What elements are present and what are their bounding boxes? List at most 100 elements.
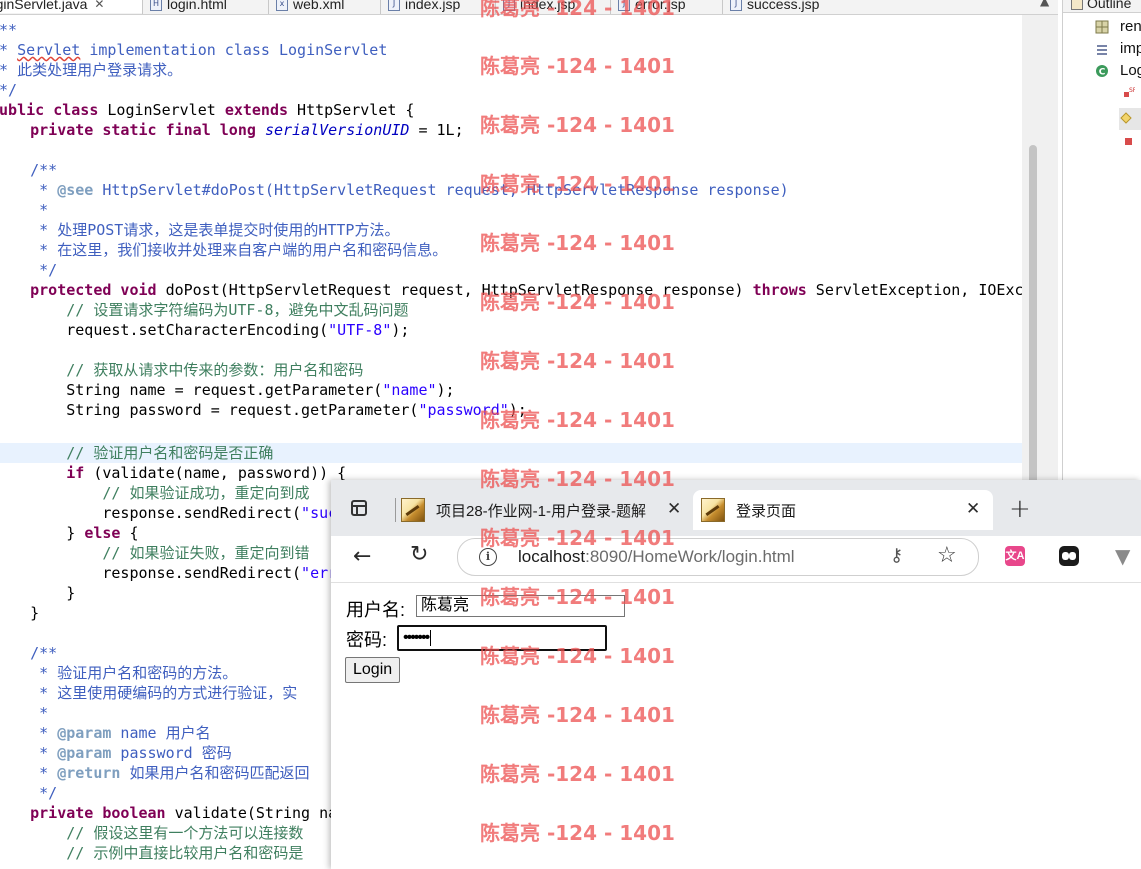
editor-tab-loginservlet[interactable]: LoginServlet.java ✕ xyxy=(0,0,142,13)
browser-toolbar: ← ↻ i localhost:8090/HomeWork/login.html… xyxy=(331,536,1141,583)
editor-tab-bar: LoginServlet.java ✕ H login.html x web.x… xyxy=(0,0,1058,15)
browser-tab-label: 登录页面 xyxy=(736,502,797,520)
login-button[interactable]: Login xyxy=(345,657,401,683)
outline-title[interactable]: Outline xyxy=(1087,0,1131,11)
close-tab-icon[interactable]: ✕ xyxy=(966,499,980,519)
url-text[interactable]: localhost:8090/HomeWork/login.html xyxy=(518,547,795,567)
private-method-icon xyxy=(1125,138,1132,145)
editor-tab-label: login.html xyxy=(167,0,227,12)
chevron-up-icon[interactable]: ▲ xyxy=(1040,0,1049,8)
editor-tab-index-jsp[interactable]: J index.jsp xyxy=(388,0,460,13)
xml-file-icon: x xyxy=(276,0,288,11)
info-icon[interactable]: i xyxy=(479,548,497,566)
translate-icon[interactable]: 文A xyxy=(1005,546,1025,566)
editor-tab-index-jsp-2[interactable]: J index.jsp xyxy=(503,0,575,13)
jsp-file-icon: J xyxy=(730,0,742,11)
code-line: public class LoginServlet extends HttpSe… xyxy=(0,101,415,119)
code-line: } else { xyxy=(0,524,139,542)
favorite-star-icon[interactable]: ☆ xyxy=(937,543,957,568)
editor-tab-error-jsp[interactable]: J error.jsp xyxy=(618,0,686,13)
editor-tab-label: success.jsp xyxy=(747,0,820,12)
code-line: response.sendRedirect("suc xyxy=(0,504,338,522)
code-line: if (validate(name, password)) { xyxy=(0,464,347,482)
jsp-file-icon: J xyxy=(388,0,400,11)
refresh-icon[interactable]: ↻ xyxy=(410,542,428,567)
browser-tab-label: 项目28-作业网-1-用户登录-题解 xyxy=(436,502,647,520)
code-line: * @see HttpServlet#doPost(HttpServletReq… xyxy=(0,181,789,199)
code-line: String name = request.getParameter("name… xyxy=(0,381,455,399)
code-line: /** xyxy=(0,21,18,39)
code-line: // 设置请求字符编码为UTF-8，避免中文乱码问题 xyxy=(0,301,409,319)
password-key-icon[interactable]: ⚷ xyxy=(890,545,903,566)
browser-tab-bar: 项目28-作业网-1-用户登录-题解 ✕ 登录页面 ✕ + xyxy=(331,480,1141,536)
close-icon[interactable]: ✕ xyxy=(94,0,104,11)
code-line: private static final long serialVersionU… xyxy=(0,121,464,139)
outline-item-package[interactable]: ren xyxy=(1120,18,1141,35)
code-line: * @param password 密码 xyxy=(0,744,232,762)
code-line: // 如果验证成功，重定向到成 xyxy=(0,484,310,502)
code-line: * @param name 用户名 xyxy=(0,724,211,742)
code-line: // 假设这里有一个方法可以连接数 xyxy=(0,824,304,842)
method-selected-icon xyxy=(1119,108,1141,130)
editor-tab-login-html[interactable]: H login.html xyxy=(150,0,227,13)
code-line: request.setCharacterEncoding("UTF-8"); xyxy=(0,321,410,339)
editor-tab-success-jsp[interactable]: J success.jsp xyxy=(730,0,819,13)
code-line: * 处理POST请求，这是表单提交时使用的HTTP方法。 xyxy=(0,221,400,239)
code-line: * 此类处理用户登录请求。 xyxy=(0,61,183,79)
code-line: */ xyxy=(0,81,18,99)
outline-item-class[interactable]: Log xyxy=(1120,62,1141,79)
code-line: } xyxy=(0,584,76,602)
imports-icon xyxy=(1097,45,1107,55)
code-line: protected void doPost(HttpServletRequest… xyxy=(0,281,1058,299)
address-bar[interactable]: i localhost:8090/HomeWork/login.html ⚷ ☆ xyxy=(457,538,979,576)
jsp-file-icon: J xyxy=(618,0,630,11)
code-line: private boolean validate(String na xyxy=(0,804,338,822)
back-arrow-icon[interactable]: ← xyxy=(353,544,371,569)
page-content: 用户名: 陈葛亮 密码: ••••••• Login xyxy=(331,583,1141,869)
static-final-field-icon: SF xyxy=(1124,87,1135,97)
code-line: * 验证用户名和密码的方法。 xyxy=(0,664,238,682)
username-label: 用户名: xyxy=(346,600,406,620)
tab-actions-icon[interactable] xyxy=(351,500,367,516)
code-line: // 获取从请求中传来的参数：用户名和密码 xyxy=(0,361,364,379)
jsp-file-icon: J xyxy=(503,0,515,11)
extension-v-icon[interactable]: ▼ xyxy=(1115,544,1130,568)
editor-tab-label: index.jsp xyxy=(520,0,576,12)
code-line: * 这里使用硬编码的方式进行验证，实 xyxy=(0,684,298,702)
code-line: response.sendRedirect("err xyxy=(0,564,338,582)
editor-tab-label: index.jsp xyxy=(405,0,461,12)
extension-icon[interactable] xyxy=(1059,546,1079,566)
site-favicon-icon xyxy=(401,498,425,522)
close-tab-icon[interactable]: ✕ xyxy=(667,499,681,519)
code-line: // 示例中直接比较用户名和密码是 xyxy=(0,844,304,862)
browser-window: 项目28-作业网-1-用户登录-题解 ✕ 登录页面 ✕ + ← ↻ i loca… xyxy=(331,480,1141,869)
code-line: String password = request.getParameter("… xyxy=(0,401,527,419)
code-line: * xyxy=(39,201,49,219)
editor-tab-label: LoginServlet.java xyxy=(0,0,88,12)
svg-text:SF: SF xyxy=(1129,87,1135,94)
password-label: 密码: xyxy=(346,630,388,650)
editor-scroll-thumb[interactable] xyxy=(1029,145,1037,485)
code-line: // 验证用户名和密码是否正确 xyxy=(0,444,274,462)
code-line: */ xyxy=(0,784,58,802)
browser-tab-homework[interactable]: 项目28-作业网-1-用户登录-题解 xyxy=(401,490,689,530)
editor-tab-web-xml[interactable]: x web.xml xyxy=(276,0,344,13)
svg-text:C: C xyxy=(1099,68,1106,78)
outline-item-imports[interactable]: imp xyxy=(1120,40,1141,57)
code-line: } xyxy=(30,604,40,622)
browser-tab-login[interactable]: 登录页面 xyxy=(693,490,993,530)
new-tab-icon[interactable]: + xyxy=(1009,494,1031,524)
username-input[interactable]: 陈葛亮 xyxy=(416,595,625,617)
tab-separator xyxy=(395,498,396,522)
password-input[interactable]: ••••••• xyxy=(397,625,607,651)
code-line: /** xyxy=(0,161,58,179)
editor-tab-label: error.jsp xyxy=(635,0,686,12)
code-line: * xyxy=(39,704,49,722)
code-line: */ xyxy=(0,261,58,279)
html-file-icon: H xyxy=(150,0,162,11)
code-line: // 如果验证失败，重定向到错 xyxy=(0,544,310,562)
text-cursor xyxy=(430,629,432,646)
code-line: * Servlet implementation class LoginServ… xyxy=(0,41,388,59)
package-icon xyxy=(1095,20,1109,34)
class-icon: C xyxy=(1096,65,1108,78)
